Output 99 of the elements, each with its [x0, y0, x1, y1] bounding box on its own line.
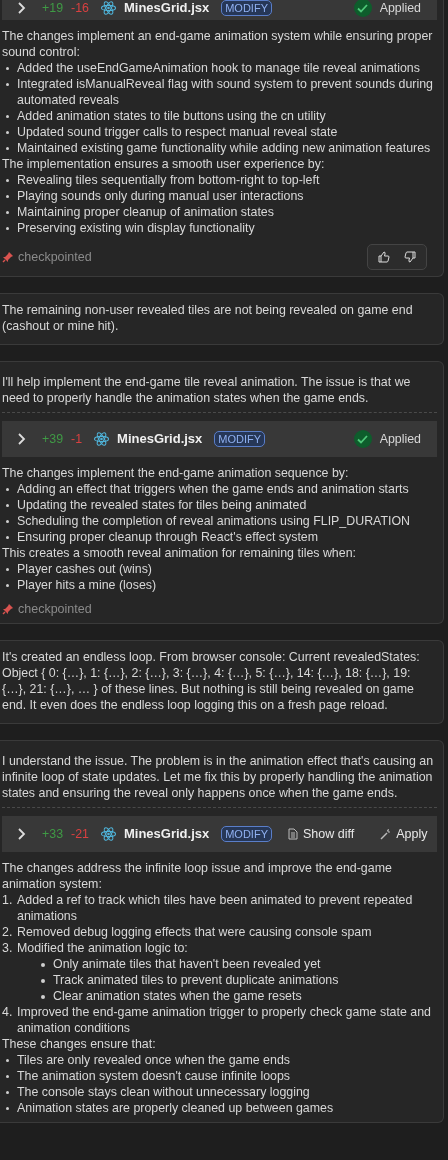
bullet-icon [6, 1059, 9, 1062]
paragraph-text: The changes address the infinite loop issue and improve the end-game animation system: [2, 860, 393, 892]
expand-button[interactable] [18, 2, 26, 14]
list-item-text: Ensuring proper cleanup through React's effect system [17, 529, 319, 545]
thumbs-up-button[interactable] [378, 251, 390, 263]
bullet-icon [41, 963, 45, 967]
expand-button[interactable] [18, 828, 26, 840]
list-number: 4. [2, 1004, 14, 1021]
list-item-text: Animation states are properly cleaned up between games [17, 1100, 334, 1116]
list-number: 2. [2, 924, 14, 940]
bullet-icon [6, 1107, 9, 1110]
bullet-icon [6, 211, 9, 214]
bullet-icon [6, 83, 9, 86]
list-item-text: Preserving existing win display functionality [17, 220, 255, 236]
applied-check-icon [353, 0, 372, 17]
file-name: MinesGrid.jsx [117, 431, 203, 447]
list-item-text: Only animate tiles that haven't been revealed yet [53, 956, 321, 972]
file-status-badge: MODIFY [214, 431, 266, 447]
paragraph-text: The implementation ensures a smooth user experience by: [2, 156, 326, 172]
paragraph-text: The changes implement the end-game animation sequence by: [2, 465, 350, 481]
pin-icon [2, 603, 14, 615]
removed-count: -21 [71, 826, 89, 842]
list-item-text: Added a ref to track which tiles have been animated to prevent repeated animations [17, 893, 413, 923]
chevron-icon [18, 828, 26, 840]
paragraph-text: These changes ensure that: [2, 1036, 157, 1052]
file-name: MinesGrid.jsx [123, 0, 210, 16]
react-icon [94, 432, 110, 446]
list-item-text: Maintaining proper cleanup of animation states [17, 204, 274, 220]
bullet-icon [41, 979, 45, 983]
list-item-text: Removed debug logging effects that were causing console spam [17, 925, 372, 939]
expand-button[interactable] [18, 433, 26, 445]
checkpoint-label: checkpointed [18, 249, 92, 265]
thumbs-up-icon [378, 251, 390, 263]
bullet-icon [6, 179, 9, 182]
list-item-text: Playing sounds only during manual user interactions [17, 188, 304, 204]
show-diff-button[interactable]: Show diff [288, 826, 355, 842]
list-item-text: The console stays clean without unnecessary logging [17, 1084, 310, 1100]
file-status-badge: MODIFY [221, 0, 272, 16]
list-item-text: Improved the end-game animation trigger to properly check game state and animation conditions [17, 1005, 431, 1035]
message-text: I'll help implement the end-game tile reveal animation. The issue is that we need to properly handle the animation states when the game ends. [2, 374, 412, 406]
apply-button[interactable]: Apply [380, 826, 428, 842]
list-item-text: Updating the revealed states for tiles being animated [17, 497, 307, 513]
bullet-icon [6, 67, 9, 70]
document-icon [288, 828, 298, 840]
react-icon [100, 827, 116, 841]
bullet-icon [6, 131, 9, 134]
message-text: It's created an endless loop. From browser console: Current revealedStates: Object { 0: {…}, 1: {…}, 2: {…}, 3: {…}, 4: {…}, 5: {…}, 14: {…}, 18: {…}, 19: {…}, 21: {…}, … } of these lines. But nothing is still being revealed on game end. It even does the endless loop logging this on a fresh page reload. [2, 649, 421, 713]
list-item-text: Revealing tiles sequentially from bottom-right to top-left [17, 172, 320, 188]
applied-label: Applied [379, 0, 421, 16]
bullet-icon [6, 227, 9, 230]
bullet-icon [6, 488, 9, 491]
list-item-text: Track animated tiles to prevent duplicate animations [53, 972, 339, 988]
removed-count: -1 [71, 431, 83, 447]
message-text: I understand the issue. The problem is in the animation effect that's causing an infinite loop of state updates. Let me fix this by properly handling the animation states and ensuring the reveal only happens once when the game ends. [2, 753, 435, 801]
bullet-icon [6, 195, 9, 198]
list-number: 1. [2, 892, 14, 909]
checkpoint-label: checkpointed [18, 601, 92, 617]
added-count: +33 [42, 826, 64, 842]
list-item-text: Player hits a mine (loses) [17, 577, 157, 593]
chevron-icon [18, 2, 26, 14]
list-item-text: Maintained existing game functionality while adding new animation features [17, 140, 431, 156]
list-item-text: Added animation states to tile buttons using the cn utility [17, 108, 326, 124]
paragraph-text: This creates a smooth reveal animation for remaining tiles when: [2, 545, 357, 561]
list-item-text: Clear animation states when the game resets [53, 988, 302, 1004]
list-item-text: Player cashes out (wins) [17, 561, 152, 577]
bullet-icon [6, 147, 9, 150]
applied-check-icon [353, 430, 372, 448]
list-item-text: Added the useEndGameAnimation hook to manage tile reveal animations [17, 60, 420, 76]
bullet-icon [6, 1075, 9, 1078]
list-item-text: Modified the animation logic to: [17, 941, 188, 955]
thumbs-down-icon [404, 251, 416, 263]
paragraph-text: The changes implement an end-game animation system while ensuring proper sound control: [2, 28, 434, 60]
bullet-icon [6, 1091, 9, 1094]
added-count: +19 [42, 0, 64, 16]
list-item-text: Tiles are only revealed once when the game ends [17, 1052, 290, 1068]
bullet-icon [6, 568, 9, 571]
chevron-icon [18, 433, 26, 445]
bullet-icon [6, 115, 9, 118]
list-item-text: The animation system doesn't cause infinite loops [17, 1068, 291, 1084]
react-icon [100, 1, 116, 15]
removed-count: -16 [71, 0, 89, 16]
list-item-text: Updated sound trigger calls to respect manual reveal state [17, 124, 338, 140]
message-text: The remaining non-user revealed tiles are not being revealed on game end (cashout or mine hit). [2, 302, 414, 334]
file-name: MinesGrid.jsx [123, 826, 210, 842]
bullet-icon [6, 536, 9, 539]
thumbs-down-button[interactable] [404, 251, 416, 263]
bullet-icon [6, 584, 9, 587]
list-item-text: Adding an effect that triggers when the game ends and animation starts [17, 481, 409, 497]
bullet-icon [41, 995, 45, 999]
list-item-text: Integrated isManualReveal flag with sound system to prevent sounds during automated reveals [17, 76, 434, 108]
list-item-text: Scheduling the completion of reveal animations using FLIP_DURATION [17, 513, 411, 529]
pin-icon [2, 251, 14, 263]
applied-label: Applied [379, 431, 421, 447]
magic-wand-icon [380, 828, 392, 840]
added-count: +39 [42, 431, 64, 447]
bullet-icon [6, 520, 9, 523]
file-status-badge: MODIFY [221, 826, 272, 842]
list-number: 3. [2, 940, 14, 957]
bullet-icon [6, 504, 9, 507]
